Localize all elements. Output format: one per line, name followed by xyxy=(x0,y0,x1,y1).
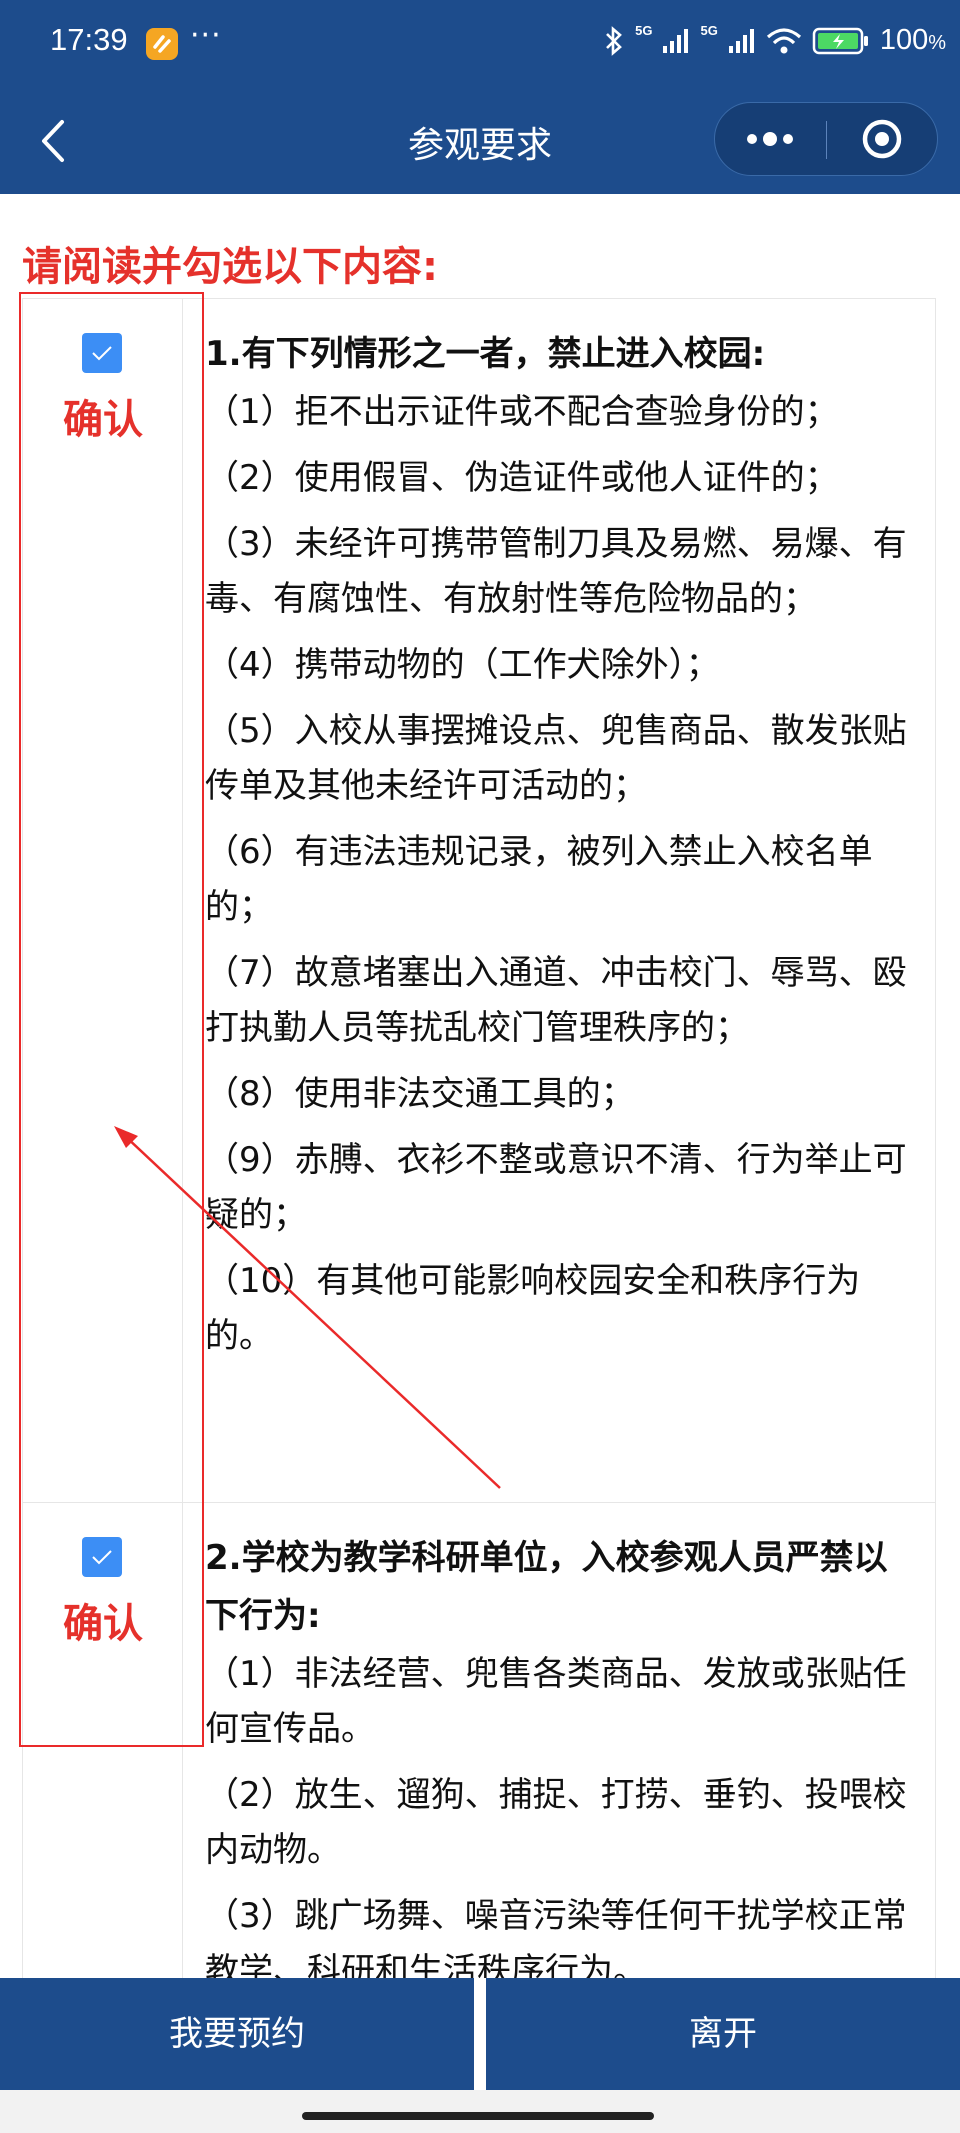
section-title: 2.学校为教学科研单位，入校参观人员严禁以下行为: xyxy=(205,1538,888,1636)
list-item: （3）跳广场舞、噪音污染等任何干扰学校正常教学、科研和生活秩序行为。 xyxy=(205,1896,907,1978)
book-button[interactable]: 我要预约 xyxy=(0,1978,474,2090)
app-notification-icon xyxy=(146,28,178,60)
battery-icon xyxy=(812,27,868,54)
nav-bar: 参观要求 xyxy=(0,88,960,194)
instruction-heading: 请阅读并勾选以下内容: xyxy=(22,244,438,290)
network-type-label: 5G xyxy=(635,23,653,38)
battery-value: 100 xyxy=(879,24,929,56)
confirm-label: 确认 xyxy=(63,397,143,443)
list-item: （9）赤膊、衣衫不整或意识不清、行为举止可疑的； xyxy=(205,1140,907,1235)
status-more-icon: ··· xyxy=(190,18,222,53)
list-item: （7）故意堵塞出入通道、冲击校门、辱骂、殴打执勤人员等扰乱校门管理秩序的； xyxy=(205,953,907,1048)
wifi-icon xyxy=(766,27,801,53)
list-item: （1）拒不出示证件或不配合查验身份的； xyxy=(205,392,839,432)
list-item: （3）未经许可携带管制刀具及易燃、易爆、有毒、有腐蚀性、有放射性等危险物品的； xyxy=(205,524,907,619)
confirm-checkbox[interactable] xyxy=(82,333,122,373)
leave-button[interactable]: 离开 xyxy=(486,1978,960,2090)
bottom-action-bar: 我要预约 离开 xyxy=(0,1978,960,2090)
main-content[interactable]: 请阅读并勾选以下内容: 确认 1.有下列情形之一者，禁止进入校园: （1）拒不出… xyxy=(0,194,960,1978)
confirm-label: 确认 xyxy=(63,1601,143,1647)
capsule-close-button[interactable] xyxy=(827,103,938,175)
status-indicators: 5G 5G 100% xyxy=(603,23,946,57)
network-type-label-2: 5G xyxy=(700,23,718,38)
status-bar: 17:39 ··· 5G 5G 100% xyxy=(0,0,960,88)
battery-percentage: 100% xyxy=(880,24,946,57)
confirm-cell[interactable]: 确认 xyxy=(23,1503,183,1978)
requirements-table: 确认 1.有下列情形之一者，禁止进入校园: （1）拒不出示证件或不配合查验身份的… xyxy=(22,298,936,1978)
confirm-cell[interactable]: 确认 xyxy=(23,299,183,1502)
section-title: 1.有下列情形之一者，禁止进入校园: xyxy=(205,334,766,374)
battery-unit: % xyxy=(928,32,946,54)
list-item: （4）携带动物的（工作犬除外）； xyxy=(205,645,720,685)
list-item: （6）有违法违规记录，被列入禁止入校名单的； xyxy=(205,832,873,927)
signal-icon xyxy=(663,28,689,53)
list-item: （2）放生、遛狗、捕捉、打捞、垂钓、投喂校内动物。 xyxy=(205,1775,907,1870)
system-nav-area xyxy=(0,2090,960,2133)
home-indicator[interactable] xyxy=(302,2112,654,2120)
capsule-more-button[interactable] xyxy=(715,103,826,175)
requirement-text: 2.学校为教学科研单位，入校参观人员严禁以下行为: （1）非法经营、兜售各类商品… xyxy=(183,1503,935,1978)
requirement-row: 确认 2.学校为教学科研单位，入校参观人员严禁以下行为: （1）非法经营、兜售各… xyxy=(23,1503,935,1978)
bluetooth-icon xyxy=(606,25,623,56)
more-dots-icon xyxy=(747,132,793,146)
checkmark-icon xyxy=(92,1550,112,1565)
list-item: （8）使用非法交通工具的； xyxy=(205,1074,635,1114)
status-time: 17:39 xyxy=(50,22,128,57)
requirement-row: 确认 1.有下列情形之一者，禁止进入校园: （1）拒不出示证件或不配合查验身份的… xyxy=(23,299,935,1503)
list-item: （5）入校从事摆摊设点、兜售商品、散发张贴传单及其他未经许可活动的； xyxy=(205,711,907,806)
target-close-icon xyxy=(862,119,902,159)
list-item: （2）使用假冒、伪造证件或他人证件的； xyxy=(205,458,839,498)
signal-icon-2 xyxy=(728,28,754,53)
confirm-checkbox[interactable] xyxy=(82,1537,122,1577)
checkmark-icon xyxy=(92,346,112,361)
mini-program-capsule xyxy=(714,102,938,176)
requirement-text: 1.有下列情形之一者，禁止进入校园: （1）拒不出示证件或不配合查验身份的； （… xyxy=(183,299,935,1502)
list-item: （10）有其他可能影响校园安全和秩序行为的。 xyxy=(205,1261,861,1356)
list-item: （1）非法经营、兜售各类商品、发放或张贴任何宣传品。 xyxy=(205,1654,907,1749)
